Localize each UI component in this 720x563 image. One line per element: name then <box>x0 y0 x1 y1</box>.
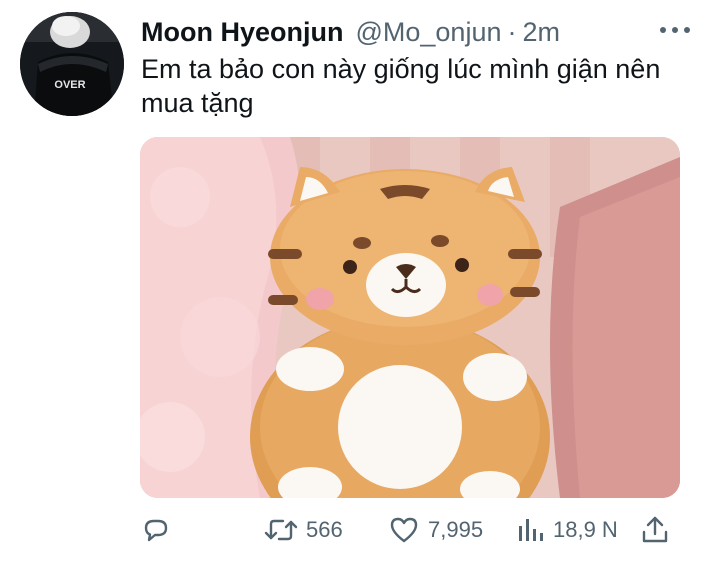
share-button[interactable] <box>640 510 670 550</box>
like-button[interactable]: 7,995 <box>388 510 483 550</box>
tweet-actions: 566 7,995 18,9 N <box>140 510 680 550</box>
views-button[interactable]: 18,9 N <box>517 510 618 550</box>
plush-tiger-photo <box>140 137 680 498</box>
more-dot <box>660 27 666 33</box>
analytics-icon <box>519 519 543 541</box>
tweet-media[interactable] <box>140 137 680 498</box>
tweet-text: Em ta bảo con này giống lúc mình giận nê… <box>141 54 661 118</box>
share-icon <box>642 516 668 543</box>
avatar-jersey-text: OVER <box>54 79 85 91</box>
retweet-icon <box>264 519 298 541</box>
reply-icon <box>144 519 168 542</box>
more-dot <box>684 27 690 33</box>
avatar[interactable]: OVER <box>20 12 124 116</box>
author-handle[interactable]: @Mo_onjun <box>355 17 501 48</box>
retweet-button[interactable]: 566 <box>264 510 343 550</box>
tweet-header: Moon Hyeonjun @Mo_onjun · 2m <box>141 12 701 52</box>
reply-button[interactable] <box>140 510 172 550</box>
views-count: 18,9 N <box>553 517 618 542</box>
more-options-icon[interactable] <box>660 18 690 42</box>
like-count: 7,995 <box>428 517 484 542</box>
author-name[interactable]: Moon Hyeonjun <box>141 17 343 48</box>
retweet-count: 566 <box>306 517 343 542</box>
timestamp[interactable]: 2m <box>522 17 560 48</box>
more-dot <box>672 27 678 33</box>
separator: · <box>507 16 517 47</box>
heart-icon <box>390 517 418 543</box>
tweet[interactable]: OVER Moon Hyeonjun @Mo_onjun · 2m Em ta … <box>0 0 720 563</box>
